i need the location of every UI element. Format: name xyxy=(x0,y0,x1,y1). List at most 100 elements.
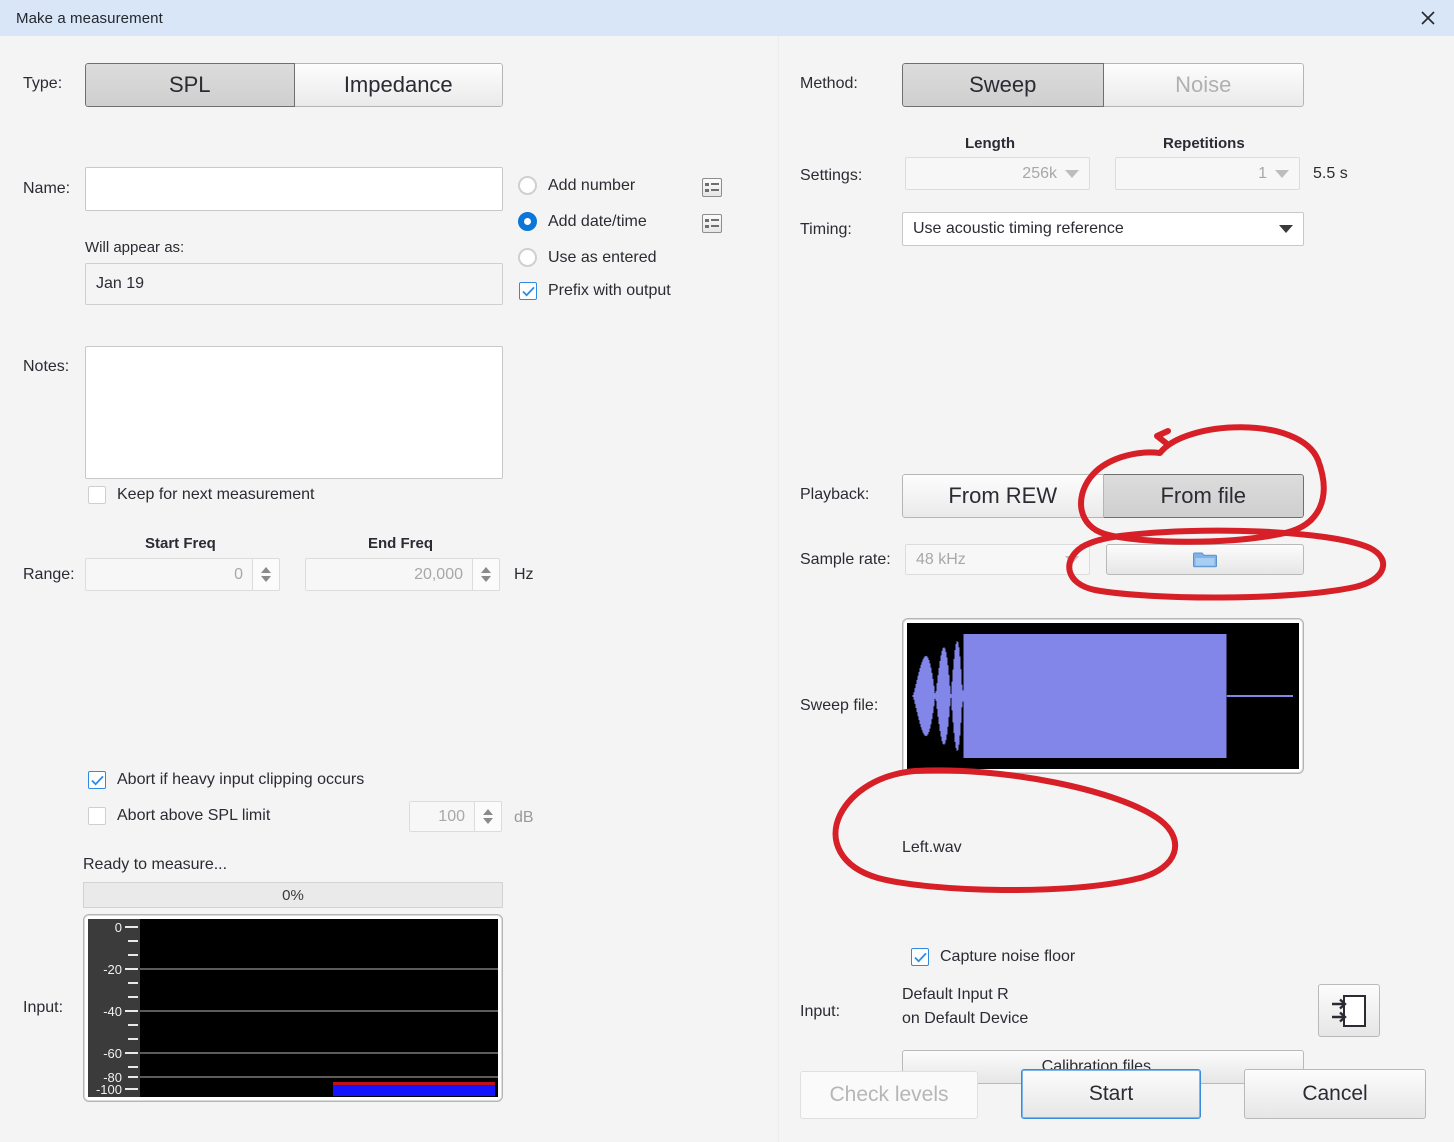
abort-clipping-label: Abort if heavy input clipping occurs xyxy=(117,771,365,788)
will-appear-as-label: Will appear as: xyxy=(85,239,185,256)
sample-rate-select[interactable]: 48 kHz xyxy=(905,544,1090,575)
chevron-down-icon xyxy=(1065,555,1079,564)
progress-label: 0% xyxy=(282,886,304,904)
dialog-body: Type: SPL Impedance Name: Will appear as… xyxy=(0,36,1454,1142)
window-title: Make a measurement xyxy=(16,9,163,27)
naming-option-add-datetime[interactable]: Add date/time xyxy=(518,212,647,231)
naming-option-add-number[interactable]: Add number xyxy=(518,176,635,195)
input-device-line2: on Default Device xyxy=(902,1010,1029,1027)
name-input[interactable] xyxy=(85,167,503,211)
capture-noise-floor-label: Capture noise floor xyxy=(940,948,1076,965)
type-toggle[interactable]: SPL Impedance xyxy=(85,63,503,107)
method-option-noise[interactable]: Noise xyxy=(1103,63,1304,107)
length-select[interactable]: 256k xyxy=(905,157,1090,190)
prefix-with-output-checkbox[interactable]: Prefix with output xyxy=(519,282,671,300)
checkbox-prefix-with-output[interactable] xyxy=(519,282,537,300)
spl-limit-stepper[interactable] xyxy=(474,801,502,832)
radio-add-datetime[interactable] xyxy=(518,212,537,231)
input-device-line1: Default Input R xyxy=(902,986,1009,1003)
playback-toggle[interactable]: From REW From file xyxy=(902,474,1304,518)
keep-for-next-checkbox[interactable]: Keep for next measurement xyxy=(88,486,314,504)
end-freq-stepper[interactable] xyxy=(472,558,500,591)
input-routing-icon xyxy=(1332,994,1366,1027)
start-freq-spinner[interactable]: 0 xyxy=(85,558,280,591)
svg-text:0: 0 xyxy=(115,920,122,935)
panel-divider xyxy=(778,36,779,1142)
chevron-down-icon xyxy=(1065,169,1079,178)
naming-option-use-as-entered[interactable]: Use as entered xyxy=(518,248,657,267)
start-button[interactable]: Start xyxy=(1021,1069,1201,1119)
sample-rate-label: Sample rate: xyxy=(800,551,891,568)
timing-value: Use acoustic timing reference xyxy=(913,220,1124,237)
naming-option-label: Add number xyxy=(548,176,636,194)
abort-clipping-checkbox[interactable]: Abort if heavy input clipping occurs xyxy=(88,771,364,789)
freq-unit-label: Hz xyxy=(514,566,534,583)
checkbox-abort-clipping[interactable] xyxy=(88,771,106,789)
start-freq-stepper[interactable] xyxy=(252,558,280,591)
repetitions-select[interactable]: 1 xyxy=(1115,157,1300,190)
checkbox-keep-for-next[interactable] xyxy=(88,486,106,504)
abort-spl-checkbox[interactable]: Abort above SPL limit xyxy=(88,807,270,825)
end-freq-header: End Freq xyxy=(368,535,434,552)
playback-option-from-rew[interactable]: From REW xyxy=(902,474,1104,518)
spl-limit-spinner[interactable]: 100 xyxy=(409,801,502,832)
spl-unit-label: dB xyxy=(514,809,534,826)
svg-text:-60: -60 xyxy=(103,1046,122,1061)
folder-icon xyxy=(1193,552,1217,568)
length-value: 256k xyxy=(1022,164,1057,182)
timing-select[interactable]: Use acoustic timing reference xyxy=(902,212,1304,246)
type-label: Type: xyxy=(23,75,63,92)
type-option-impedance[interactable]: Impedance xyxy=(294,63,503,107)
end-freq-spinner[interactable]: 20,000 xyxy=(305,558,500,591)
capture-noise-floor-checkbox[interactable]: Capture noise floor xyxy=(911,948,1075,966)
start-freq-header: Start Freq xyxy=(145,535,216,552)
length-header: Length xyxy=(965,135,1015,152)
will-appear-as-value: Jan 19 xyxy=(85,263,503,305)
chevron-down-icon xyxy=(1279,225,1293,233)
timing-label: Timing: xyxy=(800,221,852,238)
keep-for-next-label: Keep for next measurement xyxy=(117,486,315,503)
svg-text:-40: -40 xyxy=(103,1004,122,1019)
name-label: Name: xyxy=(23,180,71,197)
checkbox-capture-noise-floor[interactable] xyxy=(911,948,929,966)
chevron-down-icon xyxy=(1275,169,1289,178)
method-toggle[interactable]: Sweep Noise xyxy=(902,63,1304,107)
status-text: Ready to measure... xyxy=(83,856,228,873)
sweep-file-name: Left.wav xyxy=(902,839,962,856)
checkbox-abort-spl[interactable] xyxy=(88,807,106,825)
add-number-settings-icon[interactable] xyxy=(702,178,722,197)
repetitions-header: Repetitions xyxy=(1163,135,1245,152)
settings-label: Settings: xyxy=(800,167,863,184)
input-routing-button[interactable] xyxy=(1318,984,1380,1037)
radio-use-as-entered[interactable] xyxy=(518,248,537,267)
cancel-button[interactable]: Cancel xyxy=(1244,1069,1426,1119)
sweep-duration: 5.5 s xyxy=(1313,165,1348,182)
sample-rate-value: 48 kHz xyxy=(916,550,966,568)
notes-label: Notes: xyxy=(23,358,70,375)
spl-limit-value[interactable]: 100 xyxy=(409,801,474,832)
browse-sweep-file-button[interactable] xyxy=(1106,544,1304,575)
add-datetime-settings-icon[interactable] xyxy=(702,214,722,233)
sweep-file-label: Sweep file: xyxy=(800,697,879,714)
input-level-meter: 0 -20 -40 -60 -80 -100 xyxy=(83,914,503,1102)
range-label: Range: xyxy=(23,566,75,583)
naming-option-label: Add date/time xyxy=(548,212,647,230)
close-icon[interactable] xyxy=(1402,0,1454,36)
method-option-sweep[interactable]: Sweep xyxy=(902,63,1104,107)
method-label: Method: xyxy=(800,75,858,92)
prefix-with-output-label: Prefix with output xyxy=(548,282,671,299)
notes-textarea[interactable] xyxy=(85,346,503,479)
type-option-spl[interactable]: SPL xyxy=(85,63,295,107)
input-meter-graph: 0 -20 -40 -60 -80 -100 xyxy=(88,919,498,1097)
svg-text:-20: -20 xyxy=(103,962,122,977)
check-levels-button[interactable]: Check levels xyxy=(800,1071,978,1119)
end-freq-value[interactable]: 20,000 xyxy=(305,558,472,591)
repetitions-value: 1 xyxy=(1258,164,1267,182)
start-freq-value[interactable]: 0 xyxy=(85,558,252,591)
sweep-file-waveform xyxy=(902,618,1304,774)
close-glyph xyxy=(1421,11,1435,25)
abort-spl-label: Abort above SPL limit xyxy=(117,807,271,824)
playback-option-from-file[interactable]: From file xyxy=(1103,474,1304,518)
window-titlebar: Make a measurement xyxy=(0,0,1454,36)
radio-add-number[interactable] xyxy=(518,176,537,195)
